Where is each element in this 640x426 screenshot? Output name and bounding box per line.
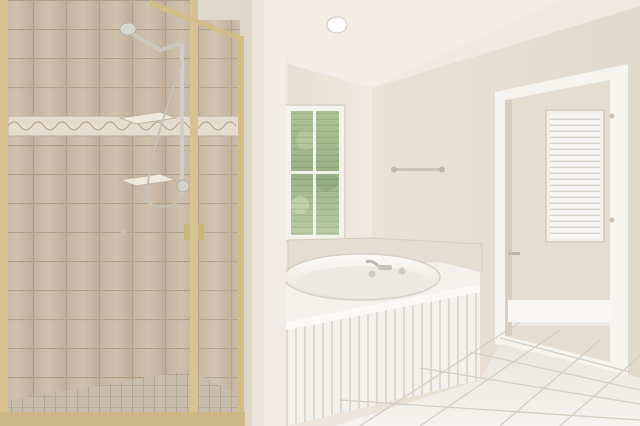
window-with-blinds: [284, 104, 346, 242]
bathroom-photo: [0, 0, 640, 426]
wall-column: [252, 0, 286, 426]
glass-shower-enclosure: [0, 0, 252, 426]
door-frame-mullion: [190, 0, 198, 426]
baseboard: [508, 300, 610, 322]
bathroom-illustration: [0, 0, 640, 426]
shower-door-handle: [184, 224, 190, 240]
recessed-ceiling-light: [326, 16, 348, 34]
doorway-to-closet: [495, 64, 628, 376]
